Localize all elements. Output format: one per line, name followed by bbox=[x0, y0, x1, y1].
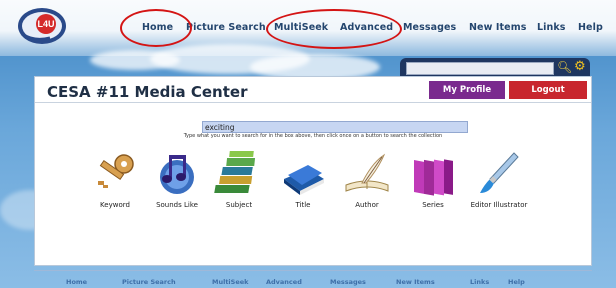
footer-nav-links[interactable]: Links bbox=[470, 278, 489, 286]
title-label: Title bbox=[295, 201, 311, 209]
author-button[interactable]: Author bbox=[335, 149, 399, 219]
annotation-circle-multiseek-advanced bbox=[266, 9, 402, 49]
nav-messages[interactable]: Messages bbox=[403, 22, 456, 33]
footer-nav-messages[interactable]: Messages bbox=[330, 278, 366, 286]
footer-nav-home[interactable]: Home bbox=[66, 278, 87, 286]
paintbrush-icon bbox=[480, 152, 519, 193]
quick-search-input[interactable] bbox=[406, 62, 554, 75]
quick-search-bar: 🔍︎ ⚙ bbox=[400, 58, 590, 78]
nav-help[interactable]: Help bbox=[578, 22, 603, 33]
bottom-navigation: Home Picture Search MultiSeek Advanced M… bbox=[34, 266, 592, 288]
divider bbox=[35, 102, 591, 103]
series-button[interactable]: Series bbox=[401, 149, 465, 219]
footer-nav-advanced[interactable]: Advanced bbox=[266, 278, 302, 286]
series-label: Series bbox=[422, 201, 444, 209]
search-instructions: Type what you want to search for in the … bbox=[183, 133, 443, 139]
nav-picture-search[interactable]: Picture Search bbox=[186, 22, 266, 33]
search-input[interactable] bbox=[202, 121, 468, 133]
sounds-like-button[interactable]: Sounds Like bbox=[145, 149, 209, 219]
key-icon bbox=[98, 154, 134, 188]
gear-icon[interactable]: ⚙ bbox=[574, 59, 586, 74]
annotation-circle-home bbox=[120, 9, 192, 47]
logout-button[interactable]: Logout bbox=[509, 81, 587, 99]
editor-illustrator-label: Editor Illustrator bbox=[470, 201, 528, 209]
my-profile-button[interactable]: My Profile bbox=[429, 81, 505, 99]
search-icon[interactable]: 🔍︎ bbox=[557, 60, 572, 74]
author-label: Author bbox=[355, 201, 379, 209]
stacked-books-icon bbox=[214, 151, 256, 193]
main-panel: CESA #11 Media Center My Profile Logout … bbox=[34, 76, 592, 266]
keyword-button[interactable]: Keyword bbox=[83, 149, 147, 219]
footer-nav-picture-search[interactable]: Picture Search bbox=[122, 278, 176, 286]
book-series-icon bbox=[414, 159, 453, 196]
nav-links[interactable]: Links bbox=[537, 22, 566, 33]
keyword-label: Keyword bbox=[100, 201, 130, 209]
sounds-like-label: Sounds Like bbox=[156, 201, 198, 209]
subject-label: Subject bbox=[225, 201, 253, 209]
subject-button[interactable]: Subject bbox=[207, 149, 271, 219]
footer-nav-new-items[interactable]: New Items bbox=[396, 278, 435, 286]
footer-nav-multiseek[interactable]: MultiSeek bbox=[212, 278, 248, 286]
music-notes-icon bbox=[160, 155, 194, 194]
title-button[interactable]: Title bbox=[271, 149, 335, 219]
editor-illustrator-button[interactable]: Editor Illustrator bbox=[467, 149, 531, 219]
page-title: CESA #11 Media Center bbox=[47, 83, 248, 101]
quill-book-icon bbox=[345, 153, 389, 192]
footer-nav-help[interactable]: Help bbox=[508, 278, 525, 286]
top-bar: L4U Home Picture Search MultiSeek Advanc… bbox=[0, 0, 616, 56]
blue-book-icon bbox=[284, 165, 324, 195]
nav-new-items[interactable]: New Items bbox=[469, 22, 526, 33]
